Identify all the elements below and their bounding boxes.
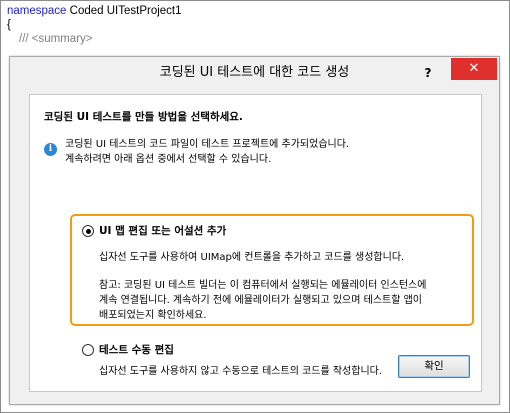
option-edit-uimap-label[interactable]: UI 맵 편집 또는 어설션 추가 xyxy=(99,223,226,238)
dialog-content: 코딩된 UI 테스트를 만들 방법을 선택하세요. i 코딩된 UI 테스트의 … xyxy=(29,94,482,392)
help-button[interactable]: ? xyxy=(421,66,435,80)
code-line-namespace: namespace Coded UITestProject1 xyxy=(7,4,182,18)
instruction-text: 코딩된 UI 테스트를 만들 방법을 선택하세요. xyxy=(44,111,243,123)
note-line-2: 계속 연결됩니다. 계속하기 전에 에뮬레이터가 실행되고 있으며 테스트할 앱… xyxy=(99,295,423,306)
option-manual-edit-label[interactable]: 테스트 수동 편집 xyxy=(99,342,174,357)
info-line-2: 계속하려면 아래 옵션 중에서 선택할 수 있습니다. xyxy=(65,154,272,165)
close-button[interactable]: ✕ xyxy=(451,58,497,80)
close-icon: ✕ xyxy=(468,61,480,76)
note-line-3: 배포되었는지 확인하세요. xyxy=(99,310,207,321)
radio-manual-edit[interactable] xyxy=(82,344,94,356)
radio-edit-uimap[interactable] xyxy=(82,225,94,237)
note-line-1: 참고: 코딩된 UI 테스트 빌더는 이 컴퓨터에서 실행되는 에뮬레이터 인스… xyxy=(99,280,427,291)
namespace-name: Coded UITestProject1 xyxy=(66,5,182,17)
option-edit-uimap-note: 참고: 코딩된 UI 테스트 빌더는 이 컴퓨터에서 실행되는 에뮬레이터 인스… xyxy=(99,278,467,323)
info-message: 코딩된 UI 테스트의 코드 파일이 테스트 프로젝트에 추가되었습니다. 계속… xyxy=(65,137,470,167)
info-icon: i xyxy=(44,143,57,156)
code-line-comment: /// <summary> xyxy=(19,33,93,45)
namespace-keyword: namespace xyxy=(7,5,67,17)
info-line-1: 코딩된 UI 테스트의 코드 파일이 테스트 프로젝트에 추가되었습니다. xyxy=(65,139,350,150)
code-editor[interactable]: namespace Coded UITestProject1 { /// <su… xyxy=(7,4,182,46)
dialog-titlebar: 코딩된 UI 테스트에 대한 코드 생성 ? ✕ xyxy=(10,57,499,89)
ok-button[interactable]: 확인 xyxy=(398,355,470,378)
generate-code-dialog: 코딩된 UI 테스트에 대한 코드 생성 ? ✕ 코딩된 UI 테스트를 만들 … xyxy=(9,56,500,405)
option-edit-uimap-desc: 십자선 도구를 사용하여 UIMap에 컨트롤을 추가하고 코드를 생성합니다. xyxy=(99,252,405,263)
code-line-brace: { xyxy=(7,19,11,31)
